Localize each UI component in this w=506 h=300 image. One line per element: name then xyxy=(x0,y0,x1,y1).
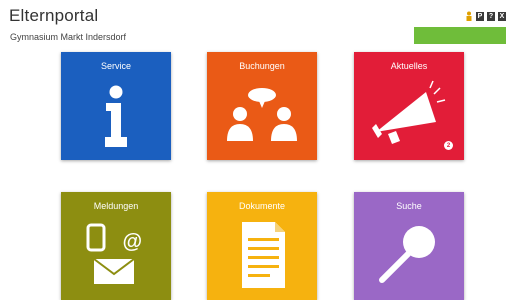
top-toolbar: P ? X xyxy=(465,11,506,21)
tile-meldungen[interactable]: Meldungen @ xyxy=(61,192,171,300)
logout-icon[interactable]: X xyxy=(498,11,506,21)
people-chat-icon xyxy=(227,88,297,141)
app-title: Elternportal xyxy=(9,6,99,25)
tile-dokumente[interactable]: Dokumente xyxy=(207,192,317,300)
tile-suche[interactable]: Suche xyxy=(354,192,464,300)
notification-badge: 2 xyxy=(444,141,453,150)
tile-buchungen[interactable]: Buchungen xyxy=(207,52,317,160)
school-name: Gymnasium Markt Indersdorf xyxy=(10,32,127,42)
key-icon[interactable]: P xyxy=(476,11,484,21)
help-icon[interactable]: ? xyxy=(487,11,495,21)
tile-aktuelles[interactable]: Aktuelles 2 xyxy=(354,52,464,160)
user-icon[interactable] xyxy=(465,11,473,21)
status-bar xyxy=(414,27,506,44)
info-icon xyxy=(105,85,127,147)
tile-service[interactable]: Service xyxy=(61,52,171,160)
phone-at-mail-icon: @ xyxy=(86,223,142,284)
magnifier-icon xyxy=(379,226,435,283)
svg-text:@: @ xyxy=(122,231,142,253)
document-icon xyxy=(242,222,285,288)
